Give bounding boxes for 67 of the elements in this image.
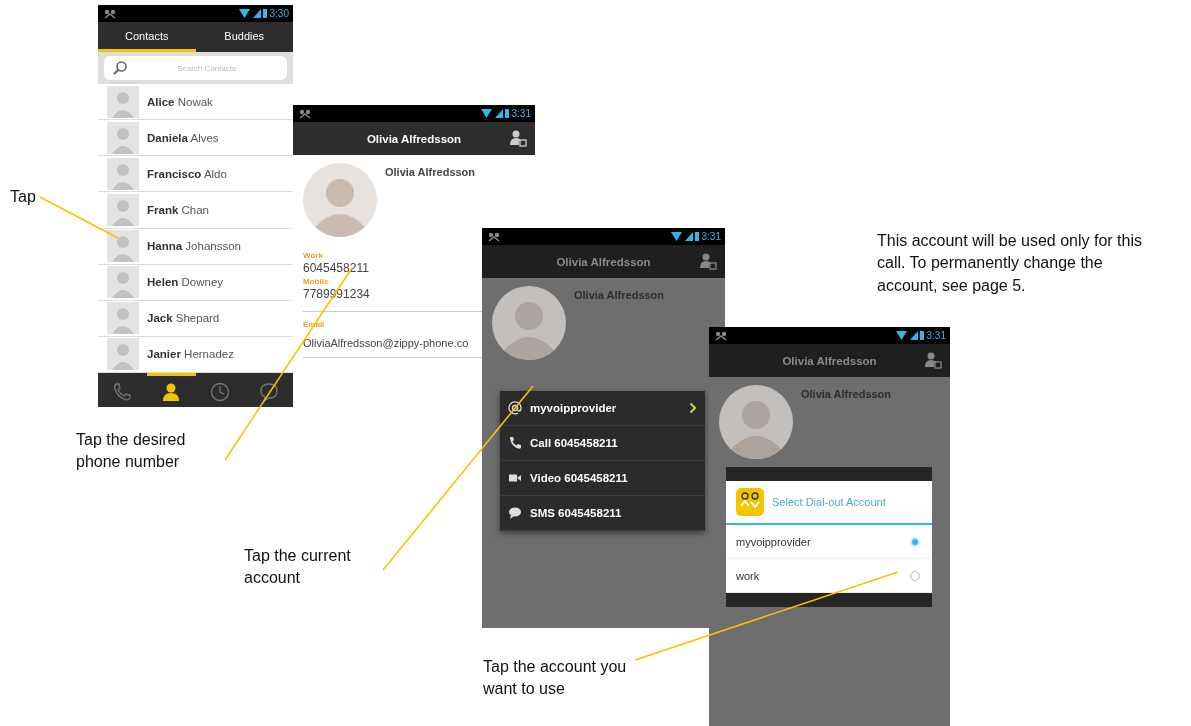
avatar-placeholder <box>107 338 139 371</box>
status-time: 3:31 <box>701 231 721 242</box>
avatar-placeholder <box>107 302 139 335</box>
notification-icon <box>488 231 500 242</box>
avatar-placeholder <box>107 85 139 118</box>
field-value[interactable]: OliviaAlfredsson@zippy-phone.co <box>303 337 469 349</box>
contact-edit-icon[interactable] <box>924 351 942 369</box>
signal-icon <box>670 231 699 242</box>
callout-text: Tap the current account <box>244 546 352 589</box>
account-option[interactable]: work <box>726 559 932 593</box>
search-icon <box>112 60 128 76</box>
contact-row[interactable]: Alice Nowak <box>98 84 293 121</box>
field-value[interactable]: 6045458211 <box>303 261 369 275</box>
signal-icon <box>238 8 267 19</box>
contact-name: Alice Nowak <box>147 95 213 108</box>
callout-text: Tap the account you want to use <box>483 657 628 700</box>
avatar-placeholder <box>107 193 139 226</box>
contact-name: Helen Downey <box>147 276 224 289</box>
status-time: 3:31 <box>926 330 946 341</box>
contact-row[interactable]: Daniela Alves <box>98 120 293 157</box>
app-logo-icon <box>736 488 764 516</box>
callout-text: Tap the desired phone number <box>76 430 187 473</box>
account-option[interactable]: myvoipprovider <box>726 525 932 559</box>
notification-icon <box>104 8 116 19</box>
screen-title: Olivia Alfredsson <box>782 354 877 367</box>
contact-row[interactable]: Jack Shepard <box>98 300 293 337</box>
contact-name: Olivia Alfredsson <box>385 165 476 180</box>
contact-name: Jack Shepard <box>147 312 220 325</box>
contact-name: Hanna Johansson <box>147 240 241 253</box>
chevron-icon <box>689 402 697 414</box>
callout-text: Tap <box>10 187 37 207</box>
contact-row[interactable]: Frank Chan <box>98 192 293 229</box>
menu-item[interactable]: SMS 6045458211 <box>500 496 705 531</box>
contact-edit-icon[interactable] <box>509 129 527 147</box>
menu-item[interactable]: Call 6045458211 <box>500 426 705 461</box>
contact-row[interactable]: Hanna Johansson <box>98 228 293 265</box>
chat-bubble-icon <box>508 506 522 520</box>
avatar-placeholder <box>107 157 139 190</box>
at-icon <box>508 401 522 415</box>
contact-name: Olivia Alfredsson <box>574 288 665 303</box>
dialog-title: Select Dial-out Account <box>772 496 886 508</box>
screen-title: Olivia Alfredsson <box>366 132 462 145</box>
callout-text: This account will be used only for this call. To permanently change the account, see page 5. <box>877 231 1143 296</box>
contact-edit-icon[interactable] <box>699 252 717 270</box>
signal-icon <box>895 330 924 341</box>
field-label: Mobile <box>303 277 329 286</box>
contact-name: Janier Hernadez <box>147 348 234 361</box>
notification-icon <box>299 108 311 119</box>
avatar-placeholder <box>107 121 139 154</box>
signal-icon <box>480 108 509 119</box>
contact-name: Olivia Alfredsson <box>801 387 892 402</box>
contact-row[interactable]: Helen Downey <box>98 264 293 301</box>
notification-icon <box>715 330 727 341</box>
field-label: Work <box>303 251 323 260</box>
phone-icon <box>508 436 522 450</box>
status-time: 3:31 <box>511 108 531 119</box>
contact-name: Francisco Aldo <box>147 167 227 180</box>
menu-item[interactable]: myvoipprovider <box>500 391 705 426</box>
contact-name: Daniela Alves <box>147 131 219 144</box>
tab[interactable]: Buddies <box>195 22 293 52</box>
avatar-placeholder <box>107 266 139 299</box>
screen-title: Olivia Alfredsson <box>556 255 651 268</box>
status-time: 3:30 <box>269 8 289 19</box>
avatar-placeholder <box>107 230 139 263</box>
contact-name: Frank Chan <box>147 203 209 216</box>
menu-item[interactable]: Video 6045458211 <box>500 461 705 496</box>
contact-row[interactable]: Francisco Aldo <box>98 156 293 193</box>
